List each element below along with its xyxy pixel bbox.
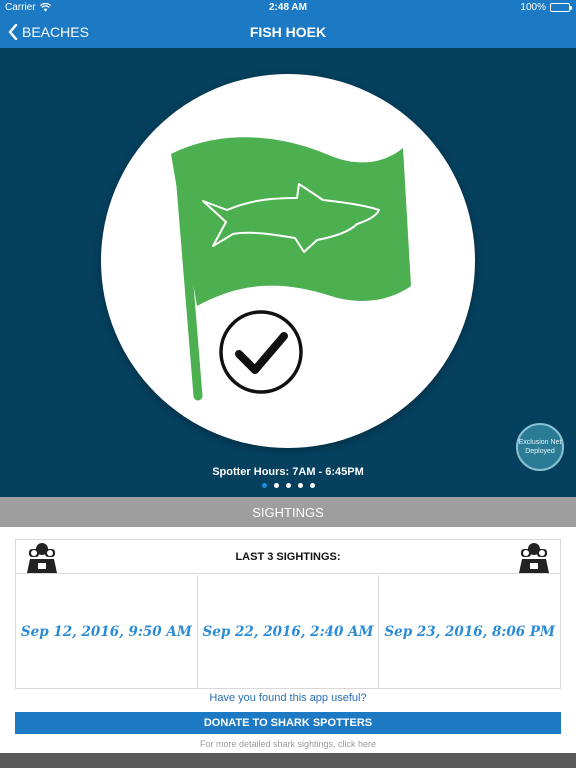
page-title: FISH HOEK — [249, 24, 327, 40]
exclusion-net-badge: Exclusion Net Deployed — [516, 423, 564, 471]
sightings-header-label: SIGHTINGS — [252, 504, 324, 520]
sightings-header: SIGHTINGS — [0, 497, 576, 527]
bottom-bar — [0, 753, 576, 768]
sightings-card-title: LAST 3 SIGHTINGS: — [235, 551, 341, 563]
sighting-item[interactable]: Sep 12, 2016, 9:50 AM — [16, 575, 198, 688]
battery-icon — [550, 3, 572, 12]
binoculars-spotter-icon — [519, 543, 549, 573]
sighting-item[interactable]: Sep 23, 2016, 8:06 PM — [379, 575, 560, 688]
status-time: 2:48 AM — [269, 2, 307, 13]
flag-circle — [101, 74, 475, 448]
battery-percent: 100% — [520, 2, 546, 13]
page-indicator[interactable] — [0, 483, 576, 488]
flag-status-panel[interactable]: Exclusion Net Deployed Spotter Hours: 7A… — [0, 48, 576, 497]
green-flag-shark-icon — [171, 137, 411, 401]
exclusion-net-label: Exclusion Net Deployed — [518, 439, 562, 455]
sightings-card-header: LAST 3 SIGHTINGS: — [16, 540, 560, 574]
page-dot-4[interactable] — [297, 483, 303, 488]
spotter-hours: Spotter Hours: 7AM - 6:45PM — [212, 466, 364, 478]
sightings-list: Sep 12, 2016, 9:50 AM Sep 22, 2016, 2:40… — [16, 575, 560, 688]
sightings-card: LAST 3 SIGHTINGS: Sep 12, 2016, 9:50 AM … — [15, 539, 561, 689]
donate-button[interactable]: DONATE TO SHARK SPOTTERS — [15, 712, 561, 734]
sighting-item[interactable]: Sep 22, 2016, 2:40 AM — [198, 575, 380, 688]
app-useful-prompt: Have you found this app useful? — [209, 692, 367, 704]
page-dot-1[interactable] — [261, 483, 267, 488]
page-dot-5[interactable] — [309, 483, 315, 488]
status-bar: Carrier 2:48 AM 100% — [0, 0, 576, 16]
battery-indicator: 100% — [520, 2, 572, 13]
detailed-sightings-link[interactable]: For more detailed shark sightings, click… — [0, 739, 576, 749]
page-dot-3[interactable] — [285, 483, 291, 488]
page-dot-2[interactable] — [273, 483, 279, 488]
navigation-bar: BEACHES FISH HOEK — [0, 16, 576, 48]
